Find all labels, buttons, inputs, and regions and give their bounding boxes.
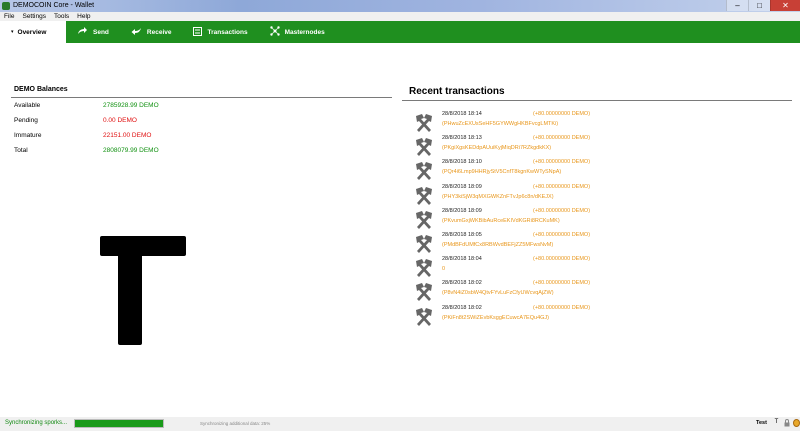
tab-overview-label: Overview: [17, 28, 47, 36]
tab-overview[interactable]: ▾ Overview: [0, 21, 66, 43]
transaction-amount: (+80.00000000 DEMO): [533, 232, 591, 238]
transaction-amount: (+80.00000000 DEMO): [533, 304, 591, 311]
transaction-date: 28/8/2018 18:14: [442, 111, 482, 117]
transaction-item[interactable]: 28/8/2018 18:02 (+80.00000000 DEMO) (PKi…: [413, 305, 598, 329]
tab-transactions[interactable]: Transactions: [182, 21, 258, 43]
available-label: Available: [14, 102, 41, 109]
mined-hammer-icon: [413, 307, 435, 326]
transaction-address: (PQr4i6Lmp9HHRjyStV5CnfT8kgnKwWTySNpA): [442, 169, 562, 176]
mined-hammer-icon: [413, 138, 435, 157]
transaction-address: (PKgiXgsKEDdpAUuiKyjMiqDRi7RZkgdkKX): [442, 145, 552, 152]
tab-receive[interactable]: Receive: [120, 21, 183, 43]
logo-stem: [118, 236, 142, 345]
receive-arrow-icon: [131, 27, 142, 37]
transaction-amount: (+80.00000000 DEMO): [533, 280, 591, 287]
main-toolbar: ▾ Overview Send Receive Transactions Mas…: [0, 21, 800, 43]
logo-bar: [100, 236, 186, 256]
minimize-button[interactable]: –: [726, 0, 748, 11]
title-bar: DEMOCOIN Core - Wallet – □ ✕: [0, 0, 800, 12]
mined-hammer-icon: [413, 283, 435, 302]
tab-masternodes-label: Masternodes: [284, 28, 325, 36]
transaction-amount: (+80.00000000 DEMO): [533, 111, 591, 117]
transaction-address: (PKvumGxjWKBibAuRceEKIVdKGRi8RCKuMK): [442, 217, 560, 224]
transaction-date: 28/8/2018 18:10: [442, 159, 482, 166]
transaction-item[interactable]: 28/8/2018 18:04 (+80.00000000 DEMO) 0: [413, 256, 598, 280]
immature-value: 22151.00 DEMO: [103, 132, 152, 139]
tab-send-label: Send: [93, 28, 109, 36]
status-bar: Synchronizing sporks... Synchronizing ad…: [0, 417, 800, 431]
send-arrow-icon: [77, 27, 88, 37]
recent-transactions-divider: [402, 100, 792, 101]
window-title: DEMOCOIN Core - Wallet: [13, 2, 95, 9]
menu-file[interactable]: File: [0, 12, 18, 21]
sync-detail-text: Synchronizing additional data: 25%: [200, 421, 271, 426]
transaction-date: 28/8/2018 18:02: [442, 280, 482, 287]
transaction-item[interactable]: 28/8/2018 18:10 (+80.00000000 DEMO) (PQr…: [413, 159, 598, 183]
tab-masternodes[interactable]: Masternodes: [259, 21, 336, 43]
menu-bar: File Settings Tools Help: [0, 12, 800, 21]
transaction-date: 28/8/2018 18:05: [442, 232, 482, 238]
transaction-address: (PKiFn8t2SWiZEvbKsggECuwcA7EQu4GJ): [442, 314, 549, 321]
mined-hammer-icon: [413, 210, 435, 229]
transaction-address: (PHwuZcEXUsSeHF5GYWWgHKBFvcgLMTKi): [442, 121, 559, 127]
transaction-date: 28/8/2018 18:09: [442, 207, 482, 214]
mined-hammer-icon: [413, 114, 435, 132]
transaction-date: 28/8/2018 18:04: [442, 256, 482, 263]
available-value: 2785928.99 DEMO: [103, 102, 159, 109]
transaction-item[interactable]: 28/8/2018 18:09 (+80.00000000 DEMO) (PKv…: [413, 208, 598, 232]
masternodes-icon: [269, 26, 280, 38]
tab-receive-label: Receive: [146, 28, 172, 36]
mined-hammer-icon: [413, 235, 435, 253]
testnet-icon: T: [774, 419, 779, 425]
window-controls: – □ ✕: [726, 0, 800, 12]
transaction-amount: (+80.00000000 DEMO): [533, 135, 591, 142]
pending-label: Pending: [14, 117, 38, 124]
transaction-date: 28/8/2018 18:02: [442, 304, 482, 311]
status-icons: T: [773, 419, 800, 427]
home-icon: ▾: [11, 29, 14, 35]
menu-settings[interactable]: Settings: [18, 12, 50, 21]
transaction-amount: (+80.00000000 DEMO): [533, 207, 591, 214]
maximize-button[interactable]: □: [748, 0, 770, 11]
coin-icon[interactable]: [793, 419, 800, 427]
sync-progress-bar: [74, 419, 164, 428]
transaction-item[interactable]: 28/8/2018 18:14 (+80.00000000 DEMO) (PHw…: [413, 111, 598, 135]
transaction-amount: (+80.00000000 DEMO): [533, 183, 591, 190]
transaction-date: 28/8/2018 18:09: [442, 183, 482, 190]
transaction-item[interactable]: 28/8/2018 18:02 (+80.00000000 DEMO) (P8v…: [413, 280, 598, 304]
immature-label: Immature: [14, 132, 42, 139]
mined-hammer-icon: [413, 162, 435, 181]
transaction-amount: (+80.00000000 DEMO): [533, 256, 591, 263]
total-label: Total: [14, 147, 28, 154]
sync-progress-fill: [75, 420, 163, 427]
network-label: Test: [756, 420, 767, 426]
recent-transactions-heading: Recent transactions: [409, 86, 505, 97]
balances-divider: [11, 97, 392, 98]
coin-icon-shape: [793, 419, 800, 427]
lock-icon[interactable]: [783, 419, 790, 427]
balances-heading: DEMO Balances: [14, 86, 68, 93]
transactions-icon: [193, 26, 203, 38]
tab-send[interactable]: Send: [66, 21, 120, 43]
pending-value: 0.00 DEMO: [103, 117, 137, 124]
transaction-date: 28/8/2018 18:13: [442, 135, 482, 142]
transaction-address: (P8vN4iZ0sbW4QtvFYvLuFzCfyUWcvqAjZW): [442, 290, 554, 297]
sync-status-label: Synchronizing sporks...: [5, 420, 68, 426]
transaction-address: 0: [442, 266, 446, 273]
mined-hammer-icon: [413, 186, 435, 205]
total-value: 2808079.99 DEMO: [103, 147, 159, 154]
transaction-item[interactable]: 28/8/2018 18:13 (+80.00000000 DEMO) (PKg…: [413, 135, 598, 159]
transaction-address: (PMdBFdUMfCx8RBWvdBEFjZZ5MFwsNvM): [442, 242, 554, 248]
close-button[interactable]: ✕: [770, 0, 800, 11]
coin-logo: [100, 236, 186, 346]
menu-help[interactable]: Help: [73, 12, 94, 21]
transaction-item[interactable]: 28/8/2018 18:09 (+80.00000000 DEMO) (PHY…: [413, 184, 598, 208]
transaction-item[interactable]: 28/8/2018 18:05 (+80.00000000 DEMO) (PMd…: [413, 232, 598, 256]
app-icon: [2, 2, 10, 10]
transaction-address: (PHY3kiSjW3qMXGWKZnFTvJp6c8n/dKEJX): [442, 193, 554, 200]
transaction-amount: (+80.00000000 DEMO): [533, 159, 591, 166]
mined-hammer-icon: [413, 259, 435, 278]
tab-transactions-label: Transactions: [207, 28, 248, 36]
menu-tools[interactable]: Tools: [50, 12, 73, 21]
